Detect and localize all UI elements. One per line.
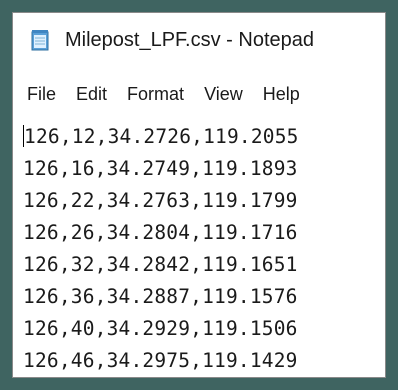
title-bar[interactable]: Milepost_LPF.csv - Notepad	[13, 13, 385, 67]
text-line-content: 126,46,34.2975,119.1429	[23, 349, 298, 372]
window-title: Milepost_LPF.csv - Notepad	[65, 28, 315, 51]
text-line: 126,12,34.2726,119.2055	[23, 121, 385, 153]
text-line: 126,40,34.2929,119.1506	[23, 313, 385, 345]
text-line-content: 126,12,34.2726,119.2055	[24, 125, 299, 148]
text-line-content: 126,40,34.2929,119.1506	[23, 317, 298, 340]
menu-file[interactable]: File	[13, 79, 66, 109]
menu-format[interactable]: Format	[117, 79, 194, 109]
text-line-content: 126,16,34.2749,119.1893	[23, 157, 298, 180]
menu-edit[interactable]: Edit	[66, 79, 117, 109]
menu-help[interactable]: Help	[253, 79, 310, 109]
text-editor[interactable]: 126,12,34.2726,119.2055 126,16,34.2749,1…	[13, 121, 385, 377]
text-line: 126,36,34.2887,119.1576	[23, 281, 385, 313]
text-line-content: 126,32,34.2842,119.1651	[23, 253, 298, 276]
notepad-icon	[29, 29, 51, 51]
menu-view[interactable]: View	[194, 79, 253, 109]
text-line: 126,22,34.2763,119.1799	[23, 185, 385, 217]
notepad-window: Milepost_LPF.csv - Notepad File Edit For…	[12, 12, 386, 378]
text-line: 126,32,34.2842,119.1651	[23, 249, 385, 281]
text-line: 126,16,34.2749,119.1893	[23, 153, 385, 185]
menu-bar: File Edit Format View Help	[13, 79, 385, 109]
text-line-content: 126,36,34.2887,119.1576	[23, 285, 298, 308]
desktop-background: Milepost_LPF.csv - Notepad File Edit For…	[0, 0, 398, 390]
text-line: 126,26,34.2804,119.1716	[23, 217, 385, 249]
text-line: 126,46,34.2975,119.1429	[23, 345, 385, 377]
text-line-content: 126,26,34.2804,119.1716	[23, 221, 298, 244]
text-line-content: 126,22,34.2763,119.1799	[23, 189, 298, 212]
